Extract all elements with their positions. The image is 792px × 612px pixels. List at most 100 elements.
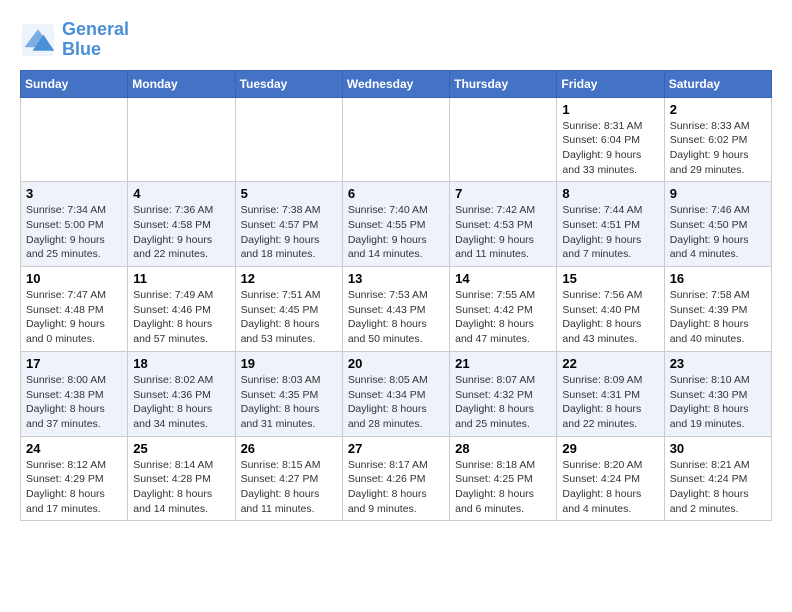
day-header-monday: Monday <box>128 70 235 97</box>
day-number: 28 <box>455 441 551 456</box>
day-info: Sunrise: 7:44 AM Sunset: 4:51 PM Dayligh… <box>562 203 658 262</box>
calendar-cell: 10 Sunrise: 7:47 AM Sunset: 4:48 PM Dayli… <box>21 267 128 352</box>
day-info: Sunrise: 8:03 AM Sunset: 4:35 PM Dayligh… <box>241 373 337 432</box>
calendar-cell <box>342 97 449 182</box>
day-info: Sunrise: 7:58 AM Sunset: 4:39 PM Dayligh… <box>670 288 766 347</box>
calendar-cell: 12 Sunrise: 7:51 AM Sunset: 4:45 PM Dayli… <box>235 267 342 352</box>
calendar-cell <box>21 97 128 182</box>
day-info: Sunrise: 7:34 AM Sunset: 5:00 PM Dayligh… <box>26 203 122 262</box>
calendar-cell: 11Sunrise: 7:49 AM Sunset: 4:46 PM Dayli… <box>128 267 235 352</box>
day-number: 10 <box>26 271 122 286</box>
day-number: 29 <box>562 441 658 456</box>
day-number: 25 <box>133 441 229 456</box>
day-info: Sunrise: 8:33 AM Sunset: 6:02 PM Dayligh… <box>670 119 766 178</box>
day-number: 23 <box>670 356 766 371</box>
week-row-2: 3 Sunrise: 7:34 AM Sunset: 5:00 PM Daylig… <box>21 182 772 267</box>
day-info: Sunrise: 8:31 AM Sunset: 6:04 PM Dayligh… <box>562 119 658 178</box>
calendar-cell: 4 Sunrise: 7:36 AM Sunset: 4:58 PM Daylig… <box>128 182 235 267</box>
day-info: Sunrise: 8:09 AM Sunset: 4:31 PM Dayligh… <box>562 373 658 432</box>
calendar-cell: 27Sunrise: 8:17 AM Sunset: 4:26 PM Dayli… <box>342 436 449 521</box>
day-number: 2 <box>670 102 766 117</box>
day-number: 30 <box>670 441 766 456</box>
calendar-cell: 2 Sunrise: 8:33 AM Sunset: 6:02 PM Daylig… <box>664 97 771 182</box>
calendar-header-row: SundayMondayTuesdayWednesdayThursdayFrid… <box>21 70 772 97</box>
day-info: Sunrise: 8:12 AM Sunset: 4:29 PM Dayligh… <box>26 458 122 517</box>
day-info: Sunrise: 8:07 AM Sunset: 4:32 PM Dayligh… <box>455 373 551 432</box>
calendar-cell: 15 Sunrise: 7:56 AM Sunset: 4:40 PM Dayli… <box>557 267 664 352</box>
day-number: 22 <box>562 356 658 371</box>
calendar-cell: 5 Sunrise: 7:38 AM Sunset: 4:57 PM Daylig… <box>235 182 342 267</box>
day-info: Sunrise: 7:47 AM Sunset: 4:48 PM Dayligh… <box>26 288 122 347</box>
calendar-cell: 22 Sunrise: 8:09 AM Sunset: 4:31 PM Dayli… <box>557 351 664 436</box>
calendar-cell: 19 Sunrise: 8:03 AM Sunset: 4:35 PM Dayli… <box>235 351 342 436</box>
day-number: 18 <box>133 356 229 371</box>
day-number: 4 <box>133 186 229 201</box>
day-info: Sunrise: 7:36 AM Sunset: 4:58 PM Dayligh… <box>133 203 229 262</box>
day-number: 11 <box>133 271 229 286</box>
day-info: Sunrise: 8:00 AM Sunset: 4:38 PM Dayligh… <box>26 373 122 432</box>
day-number: 7 <box>455 186 551 201</box>
day-number: 5 <box>241 186 337 201</box>
day-info: Sunrise: 8:10 AM Sunset: 4:30 PM Dayligh… <box>670 373 766 432</box>
calendar-cell: 30 Sunrise: 8:21 AM Sunset: 4:24 PM Dayli… <box>664 436 771 521</box>
day-number: 3 <box>26 186 122 201</box>
calendar-cell: 21 Sunrise: 8:07 AM Sunset: 4:32 PM Dayli… <box>450 351 557 436</box>
calendar-cell: 24Sunrise: 8:12 AM Sunset: 4:29 PM Dayli… <box>21 436 128 521</box>
day-info: Sunrise: 7:46 AM Sunset: 4:50 PM Dayligh… <box>670 203 766 262</box>
day-info: Sunrise: 7:51 AM Sunset: 4:45 PM Dayligh… <box>241 288 337 347</box>
day-number: 20 <box>348 356 444 371</box>
day-info: Sunrise: 7:55 AM Sunset: 4:42 PM Dayligh… <box>455 288 551 347</box>
calendar-cell: 9 Sunrise: 7:46 AM Sunset: 4:50 PM Daylig… <box>664 182 771 267</box>
day-header-saturday: Saturday <box>664 70 771 97</box>
day-header-sunday: Sunday <box>21 70 128 97</box>
day-header-thursday: Thursday <box>450 70 557 97</box>
calendar-cell: 1 Sunrise: 8:31 AM Sunset: 6:04 PM Daylig… <box>557 97 664 182</box>
week-row-1: 1 Sunrise: 8:31 AM Sunset: 6:04 PM Daylig… <box>21 97 772 182</box>
day-number: 9 <box>670 186 766 201</box>
day-header-friday: Friday <box>557 70 664 97</box>
day-number: 21 <box>455 356 551 371</box>
day-number: 12 <box>241 271 337 286</box>
day-number: 16 <box>670 271 766 286</box>
day-info: Sunrise: 8:17 AM Sunset: 4:26 PM Dayligh… <box>348 458 444 517</box>
calendar-cell: 23 Sunrise: 8:10 AM Sunset: 4:30 PM Dayli… <box>664 351 771 436</box>
day-info: Sunrise: 7:42 AM Sunset: 4:53 PM Dayligh… <box>455 203 551 262</box>
day-header-tuesday: Tuesday <box>235 70 342 97</box>
day-number: 15 <box>562 271 658 286</box>
calendar-cell: 29Sunrise: 8:20 AM Sunset: 4:24 PM Dayli… <box>557 436 664 521</box>
logo-text: General Blue <box>62 20 129 60</box>
logo: General Blue <box>20 20 129 60</box>
day-info: Sunrise: 8:02 AM Sunset: 4:36 PM Dayligh… <box>133 373 229 432</box>
day-info: Sunrise: 7:53 AM Sunset: 4:43 PM Dayligh… <box>348 288 444 347</box>
calendar-cell: 8Sunrise: 7:44 AM Sunset: 4:51 PM Daylig… <box>557 182 664 267</box>
day-info: Sunrise: 8:05 AM Sunset: 4:34 PM Dayligh… <box>348 373 444 432</box>
day-info: Sunrise: 7:38 AM Sunset: 4:57 PM Dayligh… <box>241 203 337 262</box>
calendar-cell: 13 Sunrise: 7:53 AM Sunset: 4:43 PM Dayli… <box>342 267 449 352</box>
day-info: Sunrise: 8:21 AM Sunset: 4:24 PM Dayligh… <box>670 458 766 517</box>
calendar-cell: 20 Sunrise: 8:05 AM Sunset: 4:34 PM Dayli… <box>342 351 449 436</box>
day-info: Sunrise: 7:56 AM Sunset: 4:40 PM Dayligh… <box>562 288 658 347</box>
day-number: 13 <box>348 271 444 286</box>
calendar-cell: 25 Sunrise: 8:14 AM Sunset: 4:28 PM Dayli… <box>128 436 235 521</box>
week-row-3: 10 Sunrise: 7:47 AM Sunset: 4:48 PM Dayli… <box>21 267 772 352</box>
calendar-table: SundayMondayTuesdayWednesdayThursdayFrid… <box>20 70 772 522</box>
week-row-5: 24Sunrise: 8:12 AM Sunset: 4:29 PM Dayli… <box>21 436 772 521</box>
calendar-cell: 14 Sunrise: 7:55 AM Sunset: 4:42 PM Dayli… <box>450 267 557 352</box>
day-number: 14 <box>455 271 551 286</box>
page-header: General Blue <box>20 20 772 60</box>
day-number: 19 <box>241 356 337 371</box>
day-info: Sunrise: 8:14 AM Sunset: 4:28 PM Dayligh… <box>133 458 229 517</box>
calendar-cell: 18 Sunrise: 8:02 AM Sunset: 4:36 PM Dayli… <box>128 351 235 436</box>
day-number: 17 <box>26 356 122 371</box>
week-row-4: 17 Sunrise: 8:00 AM Sunset: 4:38 PM Dayli… <box>21 351 772 436</box>
calendar-cell: 26Sunrise: 8:15 AM Sunset: 4:27 PM Dayli… <box>235 436 342 521</box>
calendar-cell <box>128 97 235 182</box>
logo-icon <box>20 22 56 58</box>
calendar-cell: 28Sunrise: 8:18 AM Sunset: 4:25 PM Dayli… <box>450 436 557 521</box>
day-info: Sunrise: 7:40 AM Sunset: 4:55 PM Dayligh… <box>348 203 444 262</box>
day-header-wednesday: Wednesday <box>342 70 449 97</box>
calendar-cell <box>450 97 557 182</box>
day-number: 1 <box>562 102 658 117</box>
calendar-cell: 16 Sunrise: 7:58 AM Sunset: 4:39 PM Dayli… <box>664 267 771 352</box>
calendar-cell: 17 Sunrise: 8:00 AM Sunset: 4:38 PM Dayli… <box>21 351 128 436</box>
